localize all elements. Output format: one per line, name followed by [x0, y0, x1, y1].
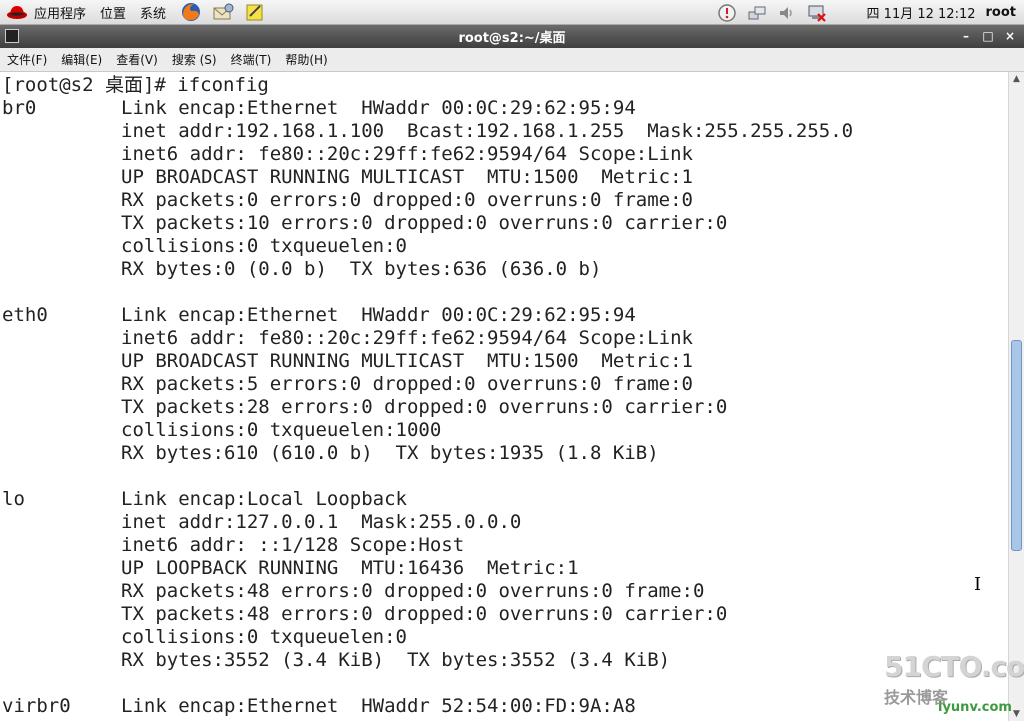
interface-line: Link encap:Local Loopback — [121, 488, 407, 510]
interface-line: TX packets:10 errors:0 dropped:0 overrun… — [121, 212, 728, 234]
menu-file[interactable]: 文件(F) — [0, 51, 54, 68]
terminal-output[interactable]: [root@s2 桌面]# ifconfig br0 Link encap:Et… — [0, 72, 1008, 721]
window-title: root@s2:~/桌面 — [458, 31, 566, 46]
menu-search[interactable]: 搜索 (S) — [165, 51, 224, 68]
interface-line: collisions:0 txqueuelen:0 — [121, 235, 407, 257]
interface-line: RX packets:0 errors:0 dropped:0 overruns… — [121, 189, 693, 211]
system-menu[interactable]: 系统 — [140, 3, 166, 22]
interface-name: lo — [2, 488, 25, 510]
window-titlebar[interactable]: root@s2:~/桌面 – □ × — [0, 25, 1024, 48]
interface-line: Link encap:Ethernet HWaddr 00:0C:29:62:9… — [121, 304, 636, 326]
close-button[interactable]: × — [1000, 27, 1020, 45]
interface-line: RX bytes:610 (610.0 b) TX bytes:1935 (1.… — [121, 442, 659, 464]
firefox-launcher-icon[interactable] — [180, 2, 202, 22]
watermark-top: 51CTO.com — [884, 650, 1024, 683]
interface-line: RX packets:48 errors:0 dropped:0 overrun… — [121, 580, 705, 602]
watermark-logo: 51CTO.com 技术博客 iyunv.com — [884, 650, 1024, 718]
redhat-logo-icon[interactable] — [6, 3, 28, 21]
interface-line: UP BROADCAST RUNNING MULTICAST MTU:1500 … — [121, 350, 693, 372]
menu-edit[interactable]: 编辑(E) — [54, 51, 109, 68]
interface-line: inet6 addr: fe80::20c:29ff:fe62:9594/64 … — [121, 143, 693, 165]
interface-line: inet addr:127.0.0.1 Mask:255.0.0.0 — [121, 511, 522, 533]
interface-line: inet6 addr: fe80::20c:29ff:fe62:9594/64 … — [121, 327, 693, 349]
notes-launcher-icon[interactable] — [244, 2, 266, 22]
network-disconnected-icon[interactable] — [807, 3, 827, 23]
maximize-button[interactable]: □ — [978, 27, 998, 45]
panel-clock[interactable]: 四 11月 12 12:12 — [867, 3, 976, 22]
text-cursor-icon: I — [974, 574, 982, 595]
interface-line: UP LOOPBACK RUNNING MTU:16436 Metric:1 — [121, 557, 579, 579]
watermark-bottom: iyunv.com — [938, 700, 1012, 715]
shell-prompt: [root@s2 桌面]# ifconfig — [2, 74, 269, 96]
interface-line: collisions:0 txqueuelen:1000 — [121, 419, 442, 441]
email-launcher-icon[interactable] — [212, 2, 234, 22]
interface-name: virbr0 — [2, 695, 71, 717]
interface-line: Link encap:Ethernet HWaddr 00:0C:29:62:9… — [121, 97, 636, 119]
applications-menu[interactable]: 应用程序 — [34, 3, 86, 22]
update-notifier-icon[interactable] — [717, 3, 737, 23]
interface-line: RX bytes:0 (0.0 b) TX bytes:636 (636.0 b… — [121, 258, 602, 280]
interface-line: inet addr:192.168.1.100 Bcast:192.168.1.… — [121, 120, 854, 142]
terminal-scrollbar[interactable]: ▲ ▼ — [1008, 72, 1024, 721]
scroll-up-arrow-icon[interactable]: ▲ — [1009, 72, 1024, 86]
interface-line: collisions:0 txqueuelen:0 — [121, 626, 407, 648]
menu-help[interactable]: 帮助(H) — [278, 51, 334, 68]
interface-line: TX packets:28 errors:0 dropped:0 overrun… — [121, 396, 728, 418]
interface-name: br0 — [2, 97, 37, 119]
window-controls: – □ × — [954, 27, 1020, 45]
minimize-button[interactable]: – — [956, 27, 976, 45]
panel-tray: 四 11月 12 12:12 root — [717, 0, 1024, 25]
interface-line: RX bytes:3552 (3.4 KiB) TX bytes:3552 (3… — [121, 649, 671, 671]
interface-line: TX packets:48 errors:0 dropped:0 overrun… — [121, 603, 728, 625]
interface-line: inet6 addr: ::1/128 Scope:Host — [121, 534, 465, 556]
terminal-window-icon[interactable] — [5, 29, 19, 43]
interface-line: Link encap:Ethernet HWaddr 52:54:00:FD:9… — [121, 695, 636, 717]
user-switcher[interactable]: root — [986, 5, 1017, 20]
interface-line: RX packets:5 errors:0 dropped:0 overruns… — [121, 373, 693, 395]
interface-name: eth0 — [2, 304, 48, 326]
top-panel: 应用程序 位置 系统 四 11月 12 12:12 root — [0, 0, 1024, 25]
volume-icon[interactable] — [777, 3, 797, 23]
interface-line: UP BROADCAST RUNNING MULTICAST MTU:1500 … — [121, 166, 693, 188]
network-icon[interactable] — [747, 3, 767, 23]
menubar: 文件(F) 编辑(E) 查看(V) 搜索 (S) 终端(T) 帮助(H) — [0, 48, 1024, 72]
scrollbar-thumb[interactable] — [1011, 340, 1022, 551]
menu-terminal[interactable]: 终端(T) — [224, 51, 279, 68]
places-menu[interactable]: 位置 — [100, 3, 126, 22]
menu-view[interactable]: 查看(V) — [109, 51, 165, 68]
